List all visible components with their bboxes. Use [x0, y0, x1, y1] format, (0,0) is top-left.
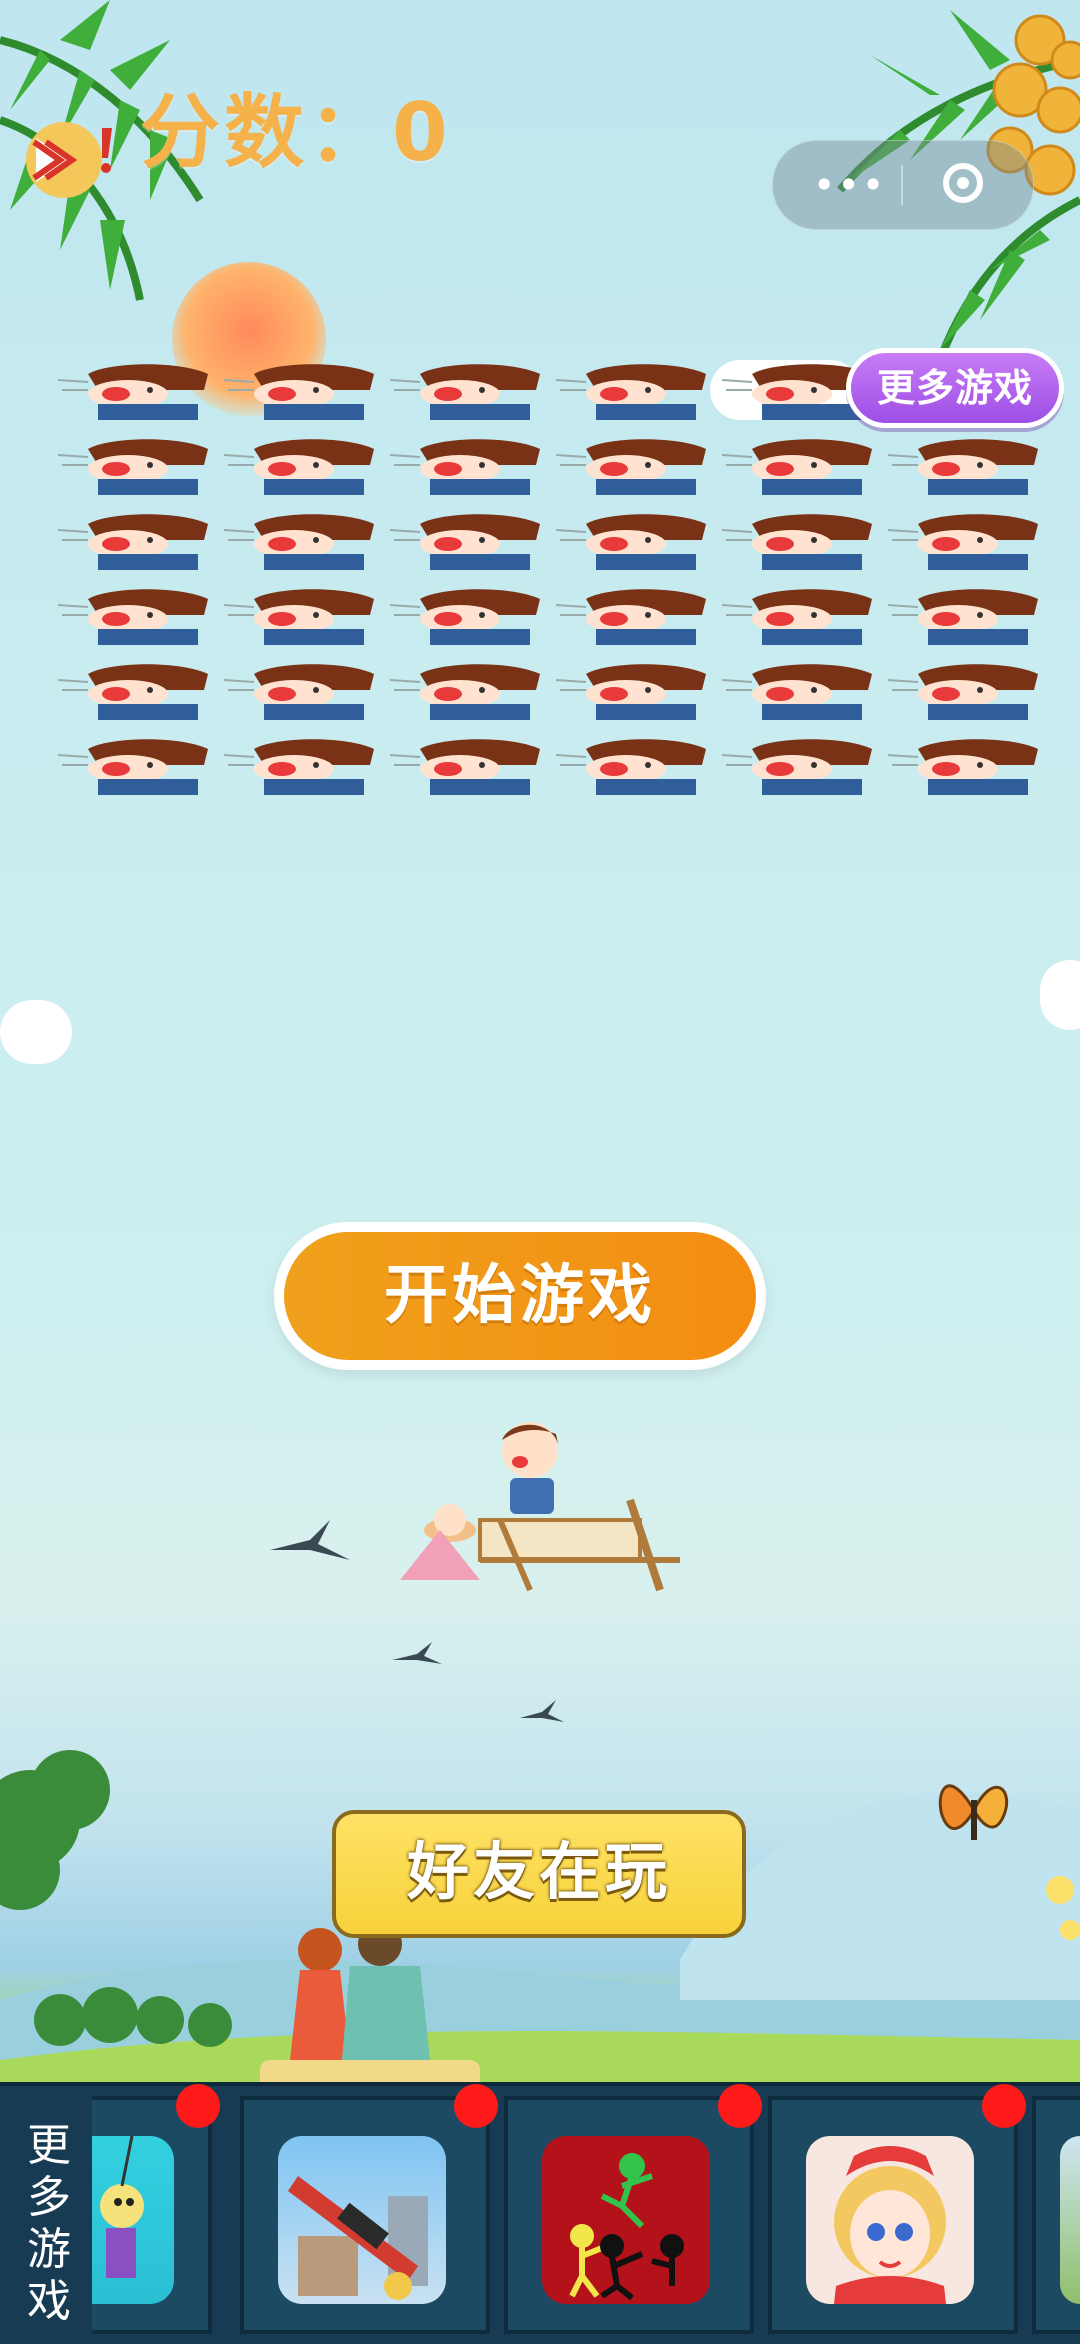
target-character — [887, 585, 1038, 645]
target-character — [887, 735, 1038, 795]
capsule-divider — [901, 165, 903, 205]
close-target-icon[interactable] — [943, 163, 983, 203]
player-character — [400, 1422, 680, 1592]
target-character — [555, 735, 706, 795]
target-character — [57, 735, 208, 795]
target-character — [223, 585, 374, 645]
target-character — [887, 435, 1038, 495]
score-display: 分数：0 — [140, 68, 452, 184]
game-card[interactable] — [240, 2084, 498, 2334]
stickman-fight-game-thumbnail — [542, 2136, 710, 2304]
bird — [520, 1700, 564, 1722]
start-game-button[interactable]: 开始游戏 — [274, 1222, 766, 1370]
target-character — [389, 510, 540, 570]
target-character — [223, 735, 374, 795]
target-character — [389, 660, 540, 720]
target-character — [223, 435, 374, 495]
friends-playing-button[interactable]: 好友在玩 — [332, 1810, 746, 1938]
target-character — [57, 435, 208, 495]
target-character — [555, 585, 706, 645]
cloud — [1040, 960, 1080, 1030]
princess-dressup-game-thumbnail — [806, 2136, 974, 2304]
couple-characters — [260, 1922, 480, 2090]
notification-dot — [176, 2084, 220, 2128]
target-character — [223, 660, 374, 720]
next-game-thumbnail — [1060, 2136, 1080, 2304]
game-card[interactable] — [504, 2084, 762, 2334]
start-game-label: 开始游戏 — [284, 1232, 756, 1360]
more-menu-icon[interactable]: ••• — [813, 163, 886, 207]
more-games-bar-label: 更多游戏 — [27, 2120, 71, 2327]
bird — [392, 1642, 442, 1664]
target-character — [223, 510, 374, 570]
target-character — [555, 360, 706, 420]
target-character — [223, 360, 374, 420]
notification-dot — [982, 2084, 1026, 2128]
target-character — [57, 510, 208, 570]
target-character — [57, 660, 208, 720]
target-character — [57, 585, 208, 645]
target-character — [555, 510, 706, 570]
target-character — [721, 660, 872, 720]
notification-dot — [454, 2084, 498, 2128]
gun-shooter-game-thumbnail — [278, 2136, 446, 2304]
butterfly — [938, 1784, 1009, 1840]
notification-dot — [718, 2084, 762, 2128]
target-character — [721, 585, 872, 645]
game-card[interactable] — [1032, 2096, 1080, 2334]
back-icon[interactable] — [6, 118, 118, 200]
target-character — [555, 435, 706, 495]
target-character — [389, 435, 540, 495]
target-character — [555, 660, 706, 720]
bird — [270, 1520, 350, 1560]
target-character — [389, 360, 540, 420]
mini-program-capsule: ••• — [772, 140, 1034, 230]
target-character — [887, 510, 1038, 570]
target-character — [721, 510, 872, 570]
target-character — [389, 735, 540, 795]
target-character — [721, 435, 872, 495]
target-character — [721, 735, 872, 795]
game-card[interactable] — [92, 2084, 220, 2334]
score-label: 分数： — [140, 86, 392, 179]
game-card[interactable] — [768, 2084, 1026, 2334]
cloud — [0, 1000, 72, 1064]
target-character — [887, 660, 1038, 720]
score-value: 0 — [392, 86, 452, 179]
target-character — [57, 360, 208, 420]
more-games-button[interactable]: 更多游戏 — [846, 348, 1064, 428]
target-character — [389, 585, 540, 645]
rope-rescue-game-thumbnail — [92, 2136, 174, 2304]
